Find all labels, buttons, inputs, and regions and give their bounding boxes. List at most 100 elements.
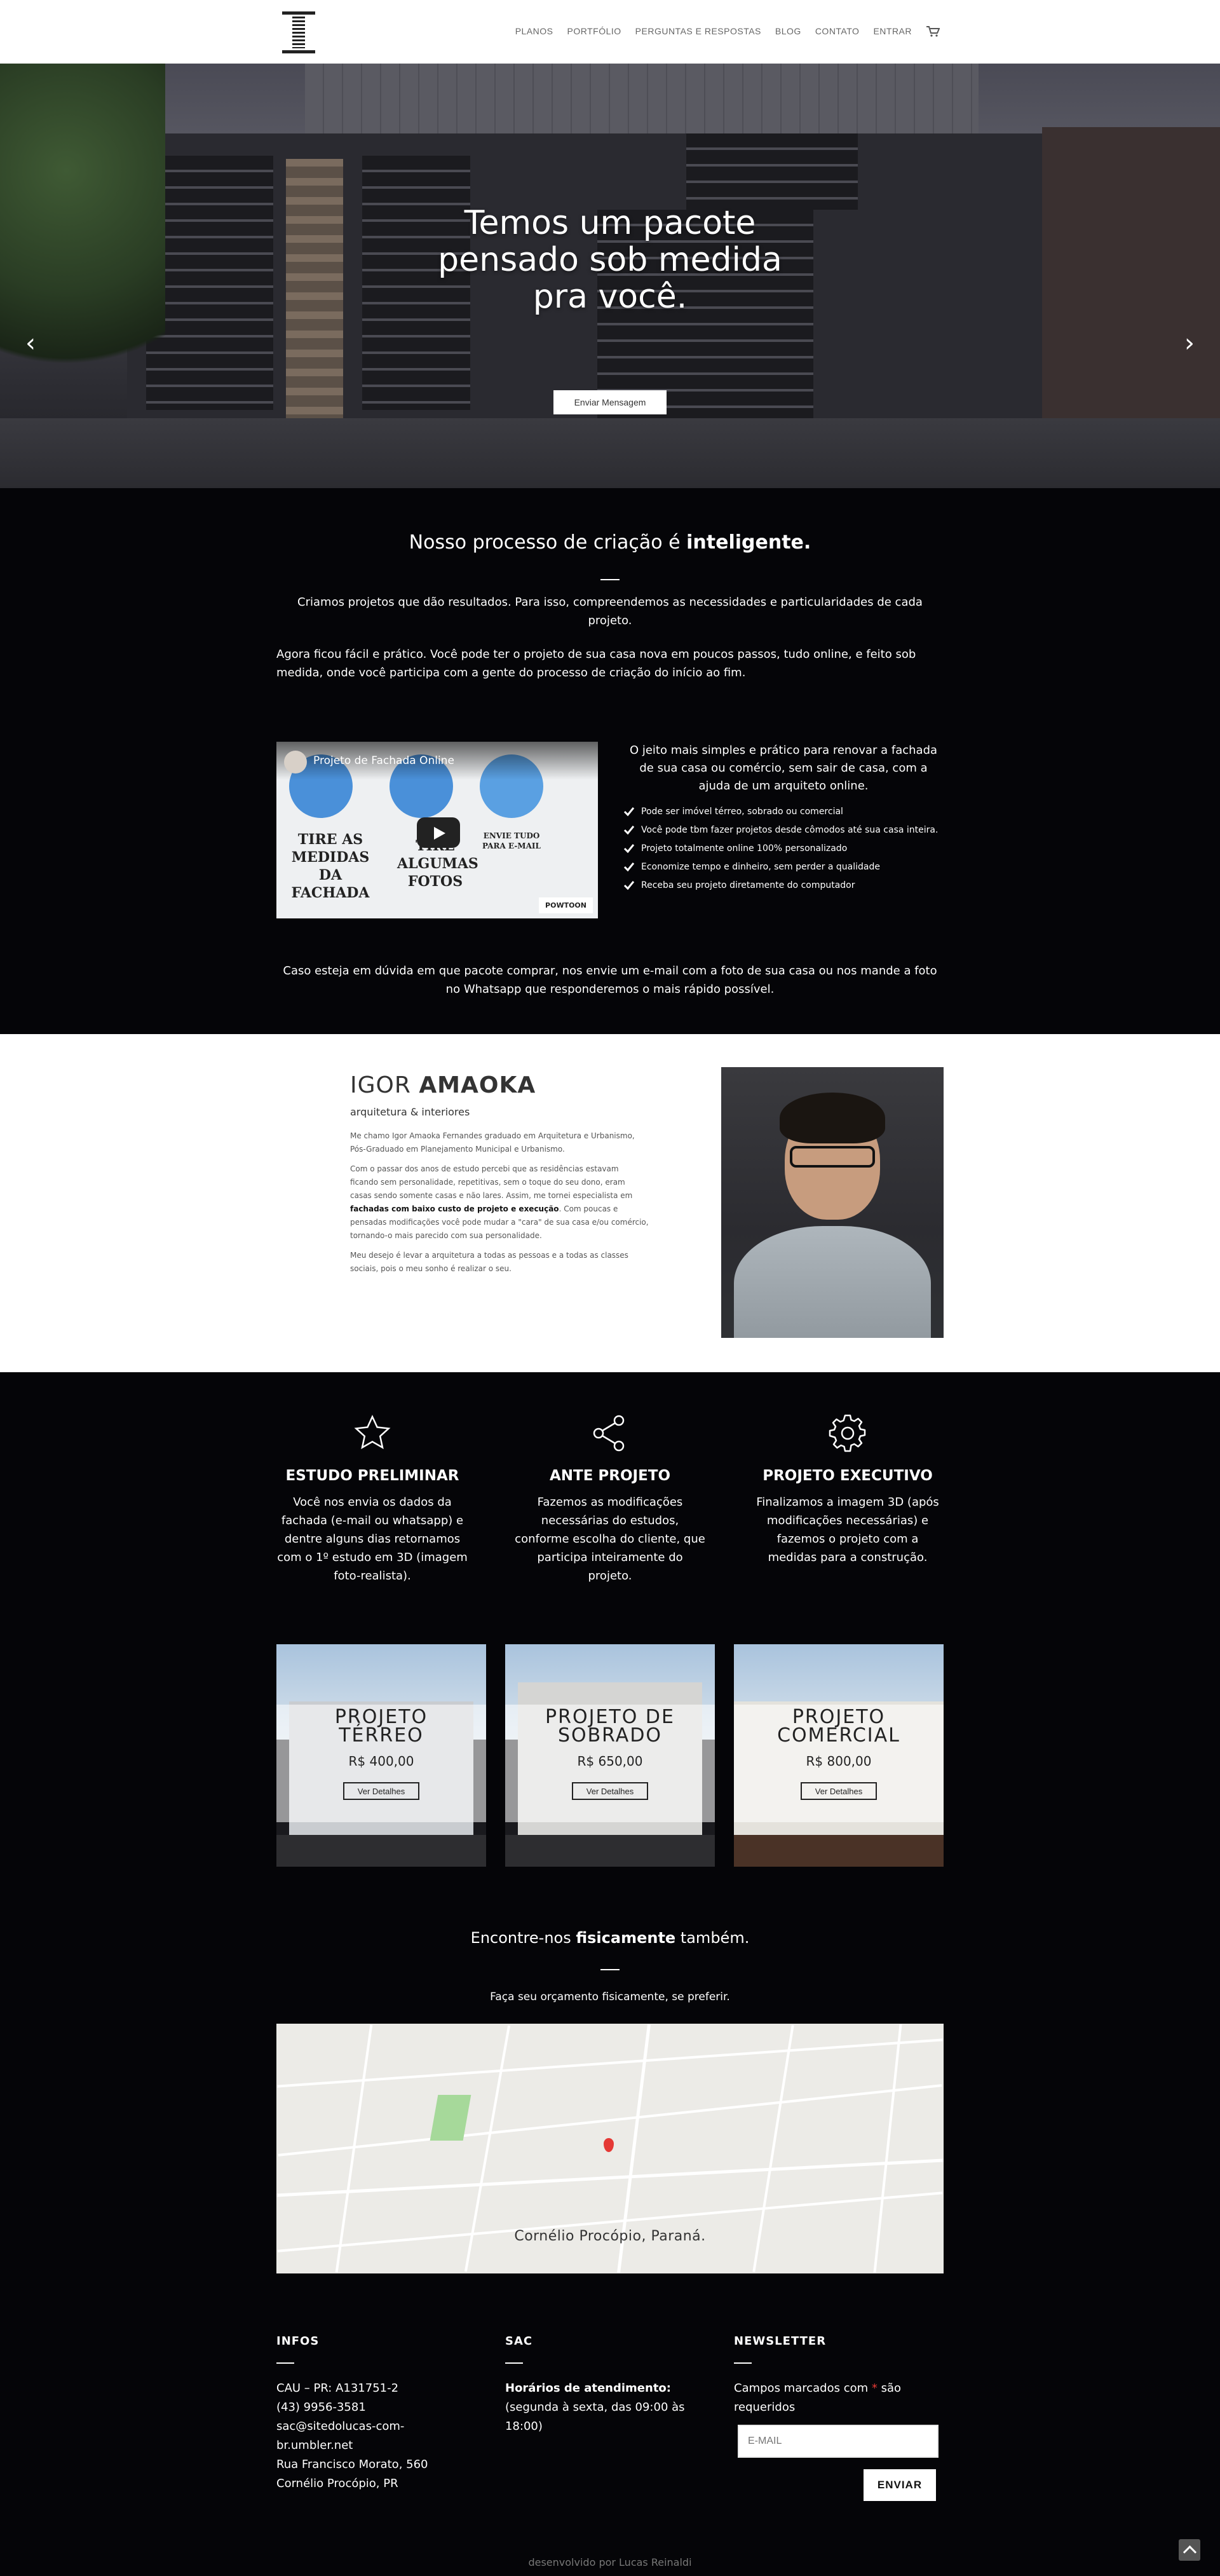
chevron-left-icon[interactable]: ‹ (25, 331, 36, 356)
nav-faq[interactable]: PERGUNTAS E RESPOSTAS (635, 26, 761, 36)
step-card: PROJETO EXECUTIVO Finalizamos a imagem 3… (752, 1413, 944, 1585)
about-paragraph: Meu desejo é levar a arquitetura a todas… (350, 1251, 628, 1273)
powtoon-logo: POWTOON (539, 897, 593, 913)
divider (600, 1969, 620, 1970)
video-caption: ENVIE TUDO PARA E-MAIL (482, 831, 541, 850)
site-footer: INFOS CAU – PR: A131751-2 (43) 9956-3581… (0, 2273, 1220, 2576)
nav-planos[interactable]: PLANOS (515, 26, 553, 36)
portrait-photo (721, 1067, 944, 1338)
divider (276, 2362, 294, 2364)
footer-phone[interactable]: (43) 9956-3581 (276, 2398, 486, 2417)
step-title: ESTUDO PRELIMINAR (285, 1468, 459, 1484)
process-title: Nosso processo de criação é inteligente. (409, 531, 811, 554)
step-card: ANTE PROJETO Fazemos as modificações nec… (514, 1413, 706, 1585)
location-text: Faça seu orçamento fisicamente, se prefe… (490, 1991, 730, 2003)
video-player[interactable]: Projeto de Fachada Online TIRE AS MEDIDA… (276, 742, 598, 918)
list-item: Você pode tbm fazer projetos desde cômod… (623, 821, 944, 840)
footer-text: (segunda à sexta, das 09:00 às 18:00) (505, 2401, 685, 2433)
plan-card[interactable]: PROJETO TÉRREO R$ 400,00 Ver Detalhes (276, 1644, 486, 1867)
about-paragraph: Com o passar dos anos de estudo percebi … (350, 1164, 649, 1240)
check-icon (623, 881, 635, 890)
play-icon[interactable] (417, 817, 460, 848)
nav-portfolio[interactable]: PORTFÓLIO (567, 26, 621, 36)
video-intro: O jeito mais simples e prático para reno… (629, 744, 938, 793)
check-icon (623, 807, 635, 817)
footer-infos: INFOS CAU – PR: A131751-2 (43) 9956-3581… (276, 2332, 486, 2501)
divider (734, 2362, 752, 2364)
cart-icon[interactable] (926, 25, 940, 37)
plan-title: PROJETO TÉRREO (334, 1706, 428, 1747)
footer-heading: SAC (505, 2334, 533, 2348)
step-card: ESTUDO PRELIMINAR Você nos envia os dado… (276, 1413, 468, 1585)
step-text: Fazemos as modificações necessárias do e… (515, 1496, 705, 1583)
check-icon (623, 826, 635, 835)
map-pin-icon[interactable] (604, 2138, 614, 2152)
site-header: PLANOS PORTFÓLIO PERGUNTAS E RESPOSTAS B… (0, 0, 1220, 64)
map-label: Cornélio Procópio, Paraná. (514, 2228, 706, 2244)
footer-text: CAU – PR: A131751-2 (276, 2382, 399, 2395)
nav-blog[interactable]: BLOG (775, 26, 801, 36)
plan-details-button[interactable]: Ver Detalhes (343, 1782, 419, 1800)
plan-card[interactable]: PROJETO DE SOBRADO R$ 650,00 Ver Detalhes (505, 1644, 715, 1867)
footer-heading: NEWSLETTER (734, 2334, 827, 2348)
plans-section: PROJETO TÉRREO R$ 400,00 Ver Detalhes PRO… (0, 1644, 1220, 1867)
send-message-button[interactable]: Enviar Mensagem (553, 390, 667, 414)
newsletter-email-input[interactable] (738, 2425, 939, 2458)
list-item: Pode ser imóvel térreo, sobrado ou comer… (623, 803, 944, 821)
footer-email[interactable]: br.umbler.net (276, 2436, 486, 2455)
hero-image (305, 64, 979, 133)
chevron-right-icon[interactable]: › (1184, 331, 1195, 356)
step-title: PROJETO EXECUTIVO (762, 1468, 933, 1484)
plan-title: PROJETO DE SOBRADO (545, 1706, 675, 1747)
plan-details-button[interactable]: Ver Detalhes (801, 1782, 877, 1800)
gear-icon (829, 1414, 866, 1452)
footer-text: Horários de atendimento: (505, 2382, 671, 2395)
footer-newsletter: NEWSLETTER Campos marcados com * são req… (734, 2332, 944, 2501)
footer-credit: desenvolvido por Lucas Reinaldi (528, 2556, 692, 2568)
footer-sac: SAC Horários de atendimento: (segunda à … (505, 2332, 715, 2501)
about-section: IGOR AMAOKA arquitetura & interiores Me … (0, 1034, 1220, 1372)
nav-contato[interactable]: CONTATO (815, 26, 860, 36)
location-title: Encontre-nos fisicamente também. (470, 1929, 750, 1947)
process-lead: Criamos projetos que dão resultados. Par… (297, 596, 923, 627)
feature-list: Pode ser imóvel térreo, sobrado ou comer… (623, 803, 944, 895)
list-item: Economize tempo e dinheiro, sem perder a… (623, 858, 944, 876)
logo[interactable] (282, 11, 315, 53)
check-icon (623, 844, 635, 854)
plan-details-button[interactable]: Ver Detalhes (572, 1782, 648, 1800)
about-text: Me chamo Igor Amaoka Fernandes graduado … (350, 1129, 649, 1282)
video-title: Projeto de Fachada Online (313, 754, 454, 767)
process-cta: Caso esteja em dúvida em que pacote comp… (283, 964, 937, 996)
divider (600, 579, 620, 580)
star-icon (354, 1415, 391, 1449)
video-caption: TIRE AS MEDIDAS DA FACHADA (291, 831, 370, 901)
plan-price: R$ 650,00 (577, 1754, 643, 1769)
about-subtitle: arquitetura & interiores (350, 1106, 470, 1118)
nav-entrar[interactable]: ENTRAR (873, 26, 912, 36)
footer-text: Cornélio Procópio, PR (276, 2477, 398, 2490)
process-body: Agora ficou fácil e prático. Você pode t… (276, 648, 916, 679)
footer-text: Rua Francisco Morato, 560 (276, 2458, 428, 2471)
footer-email[interactable]: sac@sitedolucas-com- (276, 2417, 486, 2436)
main-nav: PLANOS PORTFÓLIO PERGUNTAS E RESPOSTAS B… (515, 25, 940, 37)
plan-price: R$ 400,00 (348, 1754, 414, 1769)
plan-price: R$ 800,00 (806, 1754, 872, 1769)
share-icon (593, 1415, 625, 1452)
step-text: Finalizamos a imagem 3D (após modificaçõ… (756, 1496, 939, 1564)
plan-card[interactable]: PROJETO COMERCIAL R$ 800,00 Ver Detalhes (734, 1644, 944, 1867)
hero-title: Temos um pacote pensado sob medida pra v… (438, 204, 782, 316)
list-item: Receba seu projeto diretamente do comput… (623, 876, 944, 895)
location-section: Encontre-nos fisicamente também. Faça se… (0, 1867, 1220, 2273)
check-icon (623, 862, 635, 872)
channel-avatar (284, 751, 307, 773)
step-title: ANTE PROJETO (549, 1468, 671, 1484)
step-text: Você nos envia os dados da fachada (e-ma… (277, 1496, 468, 1583)
divider (505, 2362, 523, 2364)
footer-heading: INFOS (276, 2334, 320, 2348)
list-item: Projeto totalmente online 100% personali… (623, 840, 944, 858)
map[interactable]: Cornélio Procópio, Paraná. (276, 2024, 944, 2273)
newsletter-note: Campos marcados com * são requeridos (734, 2382, 902, 2414)
newsletter-submit-button[interactable]: ENVIAR (864, 2469, 936, 2501)
about-name: IGOR AMAOKA (350, 1072, 536, 1098)
plan-title: PROJETO COMERCIAL (777, 1706, 900, 1747)
